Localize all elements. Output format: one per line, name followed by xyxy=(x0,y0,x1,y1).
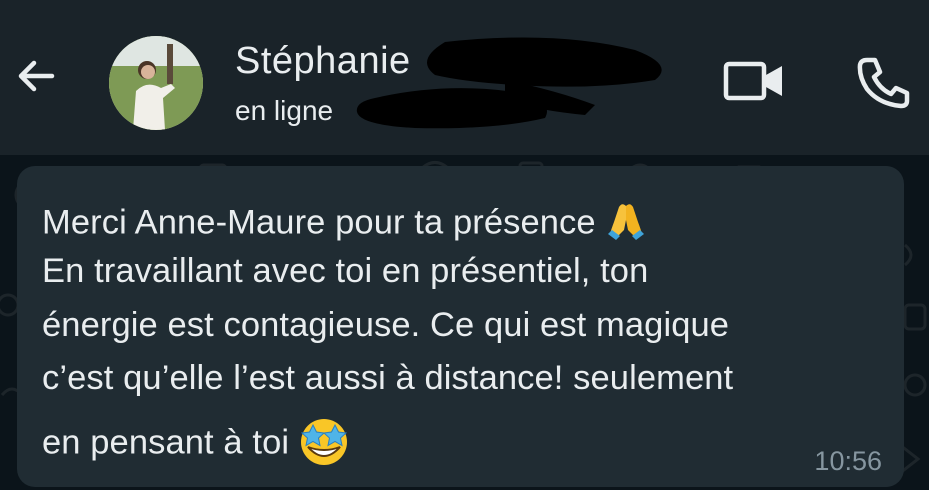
folded-hands-icon xyxy=(604,198,648,251)
voice-call-button[interactable] xyxy=(855,55,911,109)
phone-icon xyxy=(857,57,910,109)
chat-screen: Stéphanie en ligne Merci Anne-Maure pour… xyxy=(0,0,929,490)
message-text: en pensant à toi xyxy=(42,423,290,462)
message-line: En travaillant avec toi en présentiel, t… xyxy=(42,252,649,290)
back-button[interactable] xyxy=(10,50,62,102)
chat-header: Stéphanie en ligne xyxy=(0,0,929,155)
message-line: Merci Anne-Maure pour ta présence xyxy=(42,198,648,251)
message-line: énergie est contagieuse. Ce qui est magi… xyxy=(42,306,730,344)
message-line: en pensant à toi xyxy=(42,413,351,476)
message-bubble[interactable]: Merci Anne-Maure pour ta présence En tra… xyxy=(17,166,904,487)
contact-avatar[interactable] xyxy=(109,36,203,130)
message-text: Merci Anne-Maure pour ta présence xyxy=(42,203,596,242)
contact-status: en ligne xyxy=(235,95,334,126)
message-line: c’est qu’elle l’est aussi à distance! se… xyxy=(42,359,734,397)
video-camera-icon xyxy=(723,61,782,101)
arrow-left-icon xyxy=(18,60,55,92)
star-struck-icon xyxy=(297,413,351,476)
redaction-scribble xyxy=(356,37,662,129)
video-call-button[interactable] xyxy=(722,58,786,104)
avatar-photo xyxy=(109,36,203,130)
message-timestamp: 10:56 xyxy=(814,446,882,476)
